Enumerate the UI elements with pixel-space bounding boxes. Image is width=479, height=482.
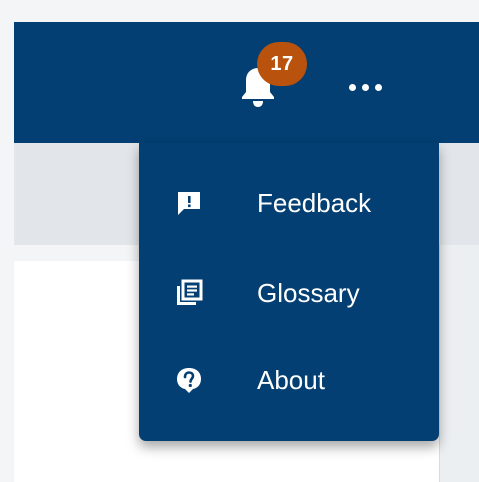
feedback-icon <box>175 189 203 217</box>
glossary-icon <box>175 279 203 307</box>
menu-item-label: Glossary <box>257 278 360 308</box>
help-icon <box>175 366 203 394</box>
menu-item-glossary[interactable]: Glossary <box>139 253 439 333</box>
menu-item-label: Feedback <box>257 188 372 218</box>
overflow-dropdown-menu: Feedback Glossary About <box>139 143 439 441</box>
more-dot <box>362 84 369 91</box>
more-dot <box>375 84 382 91</box>
menu-item-about[interactable]: About <box>139 340 439 420</box>
menu-item-label: About <box>257 365 325 395</box>
app-window: 17 Feedback Glossary About <box>0 0 479 482</box>
more-options-button[interactable] <box>339 64 393 110</box>
more-dot <box>349 84 356 91</box>
notification-count-badge: 17 <box>257 42 307 86</box>
right-side-panel <box>439 245 479 482</box>
menu-item-feedback[interactable]: Feedback <box>139 163 439 243</box>
